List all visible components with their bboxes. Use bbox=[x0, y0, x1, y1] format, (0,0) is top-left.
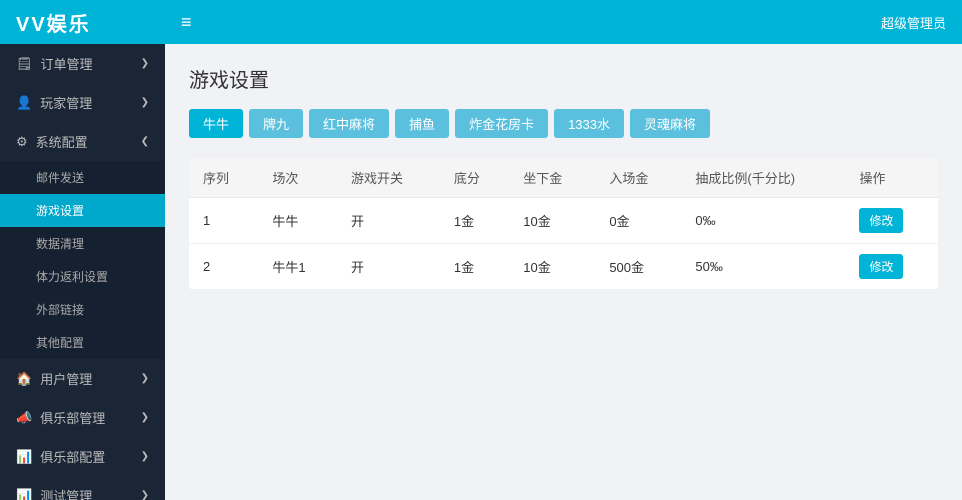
sub-mail-send[interactable]: 邮件发送 bbox=[0, 161, 165, 194]
player-icon: 👤 bbox=[16, 95, 32, 111]
sidebar-label-order: 订单管理 bbox=[41, 54, 93, 73]
game-tabs-container: 牛牛 牌九 红中麻将 捕鱼 炸金花房卡 1333水 灵魂麻将 bbox=[189, 109, 938, 138]
data-table: 序列 场次 游戏开关 底分 坐下金 入场金 抽成比例(千分比) 操作 1 牛牛 bbox=[189, 158, 938, 289]
sidebar-label-player: 玩家管理 bbox=[40, 93, 92, 112]
cell-base-1: 1金 bbox=[440, 198, 509, 244]
page-title: 游戏设置 bbox=[189, 64, 938, 93]
chevron-icon-6: ❯ bbox=[141, 451, 149, 462]
cell-room-1: 牛牛 bbox=[258, 198, 337, 244]
data-table-container: 序列 场次 游戏开关 底分 坐下金 入场金 抽成比例(千分比) 操作 1 牛牛 bbox=[189, 158, 938, 289]
sidebar-label-user: 用户管理 bbox=[40, 369, 92, 388]
sub-label-game: 游戏设置 bbox=[36, 204, 84, 218]
sidebar-label-test: 测试管理 bbox=[40, 486, 92, 500]
cell-base-2: 1金 bbox=[440, 244, 509, 290]
sys-icon: ⚙ bbox=[16, 134, 28, 150]
cell-action-1: 修改 bbox=[845, 198, 938, 244]
sidebar-item-sys-config[interactable]: ⚙ 系统配置 ❮ bbox=[0, 122, 165, 161]
chevron-icon-7: ❯ bbox=[141, 490, 149, 500]
sys-config-submenu: 邮件发送 游戏设置 数据清理 体力返利设置 外部链接 其他配置 bbox=[0, 161, 165, 359]
tab-niupai[interactable]: 牛牛 bbox=[189, 109, 243, 138]
tab-zhajinhuapk[interactable]: 炸金花房卡 bbox=[455, 109, 548, 138]
cell-entry-1: 0金 bbox=[595, 198, 681, 244]
col-base: 底分 bbox=[440, 158, 509, 198]
sidebar-item-player-mgmt[interactable]: 👤 玩家管理 ❯ bbox=[0, 83, 165, 122]
club-config-icon: 📊 bbox=[16, 449, 32, 465]
user-icon: 🏠 bbox=[16, 371, 32, 387]
col-commission: 抽成比例(千分比) bbox=[681, 158, 845, 198]
col-switch: 游戏开关 bbox=[337, 158, 440, 198]
sub-label-stamina: 体力返利设置 bbox=[36, 270, 108, 284]
sidebar-label-sys: 系统配置 bbox=[36, 132, 88, 151]
order-icon: 🗒 bbox=[16, 56, 33, 72]
cell-switch-2: 开 bbox=[337, 244, 440, 290]
col-room: 场次 bbox=[258, 158, 337, 198]
content-area: 游戏设置 牛牛 牌九 红中麻将 捕鱼 炸金花房卡 1333水 灵魂麻将 序列 场… bbox=[165, 44, 962, 500]
sidebar-item-order-mgmt[interactable]: 🗒 订单管理 ❯ bbox=[0, 44, 165, 83]
sub-label-external: 外部链接 bbox=[36, 303, 84, 317]
brand-logo: VV娱乐 bbox=[0, 0, 165, 44]
cell-seq-1: 1 bbox=[189, 198, 258, 244]
sidebar-label-club: 俱乐部管理 bbox=[40, 408, 105, 427]
cell-commission-1: 0‰ bbox=[681, 198, 845, 244]
club-icon: 📣 bbox=[16, 410, 32, 426]
topbar: ≡ 超级管理员 bbox=[165, 0, 962, 44]
cell-entry-2: 500金 bbox=[595, 244, 681, 290]
sub-label-mail: 邮件发送 bbox=[36, 171, 84, 185]
col-action: 操作 bbox=[845, 158, 938, 198]
table-row: 2 牛牛1 开 1金 10金 500金 50‰ 修改 bbox=[189, 244, 938, 290]
chevron-icon-5: ❯ bbox=[141, 412, 149, 423]
user-label: 超级管理员 bbox=[881, 13, 946, 32]
test-icon: 📊 bbox=[16, 488, 32, 500]
tab-buyu[interactable]: 捕鱼 bbox=[395, 109, 449, 138]
table-header-row: 序列 场次 游戏开关 底分 坐下金 入场金 抽成比例(千分比) 操作 bbox=[189, 158, 938, 198]
tab-paijiuzi[interactable]: 牌九 bbox=[249, 109, 303, 138]
sidebar: VV娱乐 🗒 订单管理 ❯ 👤 玩家管理 ❯ ⚙ 系统配置 ❮ 邮件发送 游戏设… bbox=[0, 0, 165, 500]
col-seq: 序列 bbox=[189, 158, 258, 198]
sub-game-settings[interactable]: 游戏设置 bbox=[0, 194, 165, 227]
cell-room-2: 牛牛1 bbox=[258, 244, 337, 290]
menu-toggle-icon[interactable]: ≡ bbox=[181, 12, 192, 33]
chevron-icon: ❯ bbox=[141, 58, 149, 69]
sidebar-label-club-config: 俱乐部配置 bbox=[40, 447, 105, 466]
sub-other[interactable]: 其他配置 bbox=[0, 326, 165, 359]
sidebar-item-user-mgmt[interactable]: 🏠 用户管理 ❯ bbox=[0, 359, 165, 398]
tab-linghunmajiang[interactable]: 灵魂麻将 bbox=[630, 109, 710, 138]
cell-action-2: 修改 bbox=[845, 244, 938, 290]
chevron-icon-4: ❯ bbox=[141, 373, 149, 384]
main-area: ≡ 超级管理员 游戏设置 牛牛 牌九 红中麻将 捕鱼 炸金花房卡 1333水 灵… bbox=[165, 0, 962, 500]
cell-sit-1: 10金 bbox=[509, 198, 595, 244]
tab-1333shui[interactable]: 1333水 bbox=[554, 109, 624, 138]
cell-sit-2: 10金 bbox=[509, 244, 595, 290]
col-entry: 入场金 bbox=[595, 158, 681, 198]
col-sit: 坐下金 bbox=[509, 158, 595, 198]
sidebar-item-club-mgmt[interactable]: 📣 俱乐部管理 ❯ bbox=[0, 398, 165, 437]
chevron-icon-3: ❮ bbox=[141, 136, 149, 147]
sub-label-data: 数据清理 bbox=[36, 237, 84, 251]
sub-label-other: 其他配置 bbox=[36, 336, 84, 350]
tab-hongzhongmajiang[interactable]: 红中麻将 bbox=[309, 109, 389, 138]
sub-data-clear[interactable]: 数据清理 bbox=[0, 227, 165, 260]
table-row: 1 牛牛 开 1金 10金 0金 0‰ 修改 bbox=[189, 198, 938, 244]
cell-commission-2: 50‰ bbox=[681, 244, 845, 290]
sub-stamina[interactable]: 体力返利设置 bbox=[0, 260, 165, 293]
sidebar-item-club-config[interactable]: 📊 俱乐部配置 ❯ bbox=[0, 437, 165, 476]
edit-button-1[interactable]: 修改 bbox=[859, 208, 903, 233]
sidebar-item-test-mgmt[interactable]: 📊 测试管理 ❯ bbox=[0, 476, 165, 500]
sub-external[interactable]: 外部链接 bbox=[0, 293, 165, 326]
chevron-icon-2: ❯ bbox=[141, 97, 149, 108]
edit-button-2[interactable]: 修改 bbox=[859, 254, 903, 279]
table-body: 1 牛牛 开 1金 10金 0金 0‰ 修改 2 牛牛1 开 bbox=[189, 198, 938, 290]
cell-switch-1: 开 bbox=[337, 198, 440, 244]
cell-seq-2: 2 bbox=[189, 244, 258, 290]
brand-text: VV娱乐 bbox=[16, 8, 91, 37]
